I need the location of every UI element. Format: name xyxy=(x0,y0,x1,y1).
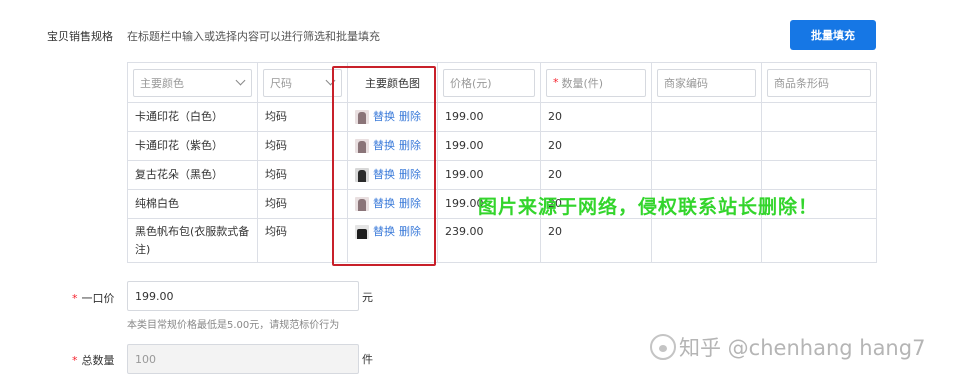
size-header-label: 尺码 xyxy=(270,76,292,90)
replace-link[interactable]: 替换 xyxy=(373,161,395,189)
price-cell[interactable]: 199.00 xyxy=(437,160,541,190)
merchant-code-cell[interactable] xyxy=(651,131,762,161)
price-cell[interactable]: 239.00 xyxy=(437,218,541,263)
quantity-cell[interactable]: 20 xyxy=(540,218,652,263)
quantity-cell[interactable]: 20 xyxy=(540,160,652,190)
color-cell: 卡通印花（紫色） xyxy=(127,131,258,161)
quantity-header-label: 数量(件) xyxy=(561,76,604,90)
bulk-fill-button[interactable]: 批量填充 xyxy=(790,20,876,50)
price-cell[interactable]: 199.00 xyxy=(437,131,541,161)
merchant-code-filter-input[interactable]: 商家编码 xyxy=(657,68,756,97)
price-cell[interactable]: 199.00 xyxy=(437,102,541,132)
barcode-cell[interactable] xyxy=(761,102,877,132)
merchant-code-cell[interactable] xyxy=(651,102,762,132)
replace-link[interactable]: 替换 xyxy=(373,190,395,218)
color-cell: 纯棉白色 xyxy=(127,189,258,219)
merchant-code-cell[interactable] xyxy=(651,160,762,190)
credit-watermark: 知乎 @chenhang hang7 xyxy=(650,332,925,362)
size-cell: 均码 xyxy=(257,160,348,190)
delete-link[interactable]: 删除 xyxy=(399,190,421,218)
price-hint: 本类目常规价格最低是5.00元，请规范标价行为 xyxy=(127,320,340,331)
sku-table: 主要颜色 尺码 主要颜色图 价格(元) * 数量(件) 商家编码 商品条形码 卡… xyxy=(127,62,877,263)
table-row: 卡通印花（紫色） 均码 替换 删除 199.00 20 xyxy=(127,131,877,161)
price-input[interactable]: 199.00 xyxy=(127,281,359,311)
price-filter-input[interactable]: 价格(元) xyxy=(443,68,535,97)
quantity-cell[interactable]: 20 xyxy=(540,131,652,161)
replace-link[interactable]: 替换 xyxy=(373,132,395,160)
credit-text: 知乎 @chenhang hang7 xyxy=(679,336,926,360)
required-mark: * xyxy=(72,292,78,305)
total-quantity-unit: 件 xyxy=(362,353,373,366)
watermark-text: 图片来源于网络，侵权联系站长删除！ xyxy=(478,196,819,218)
quantity-cell[interactable]: 20 xyxy=(540,102,652,132)
color-cell: 复古花朵（黑色） xyxy=(127,160,258,190)
color-image-header: 主要颜色图 xyxy=(365,76,420,90)
price-unit: 元 xyxy=(362,291,373,304)
paw-icon xyxy=(650,334,676,360)
delete-link[interactable]: 删除 xyxy=(399,223,421,241)
table-row: 复古花朵（黑色） 均码 替换 删除 199.00 20 xyxy=(127,160,877,190)
required-mark: * xyxy=(72,354,78,367)
color-cell: 黑色帆布包(衣服款式备注) xyxy=(127,218,258,263)
replace-link[interactable]: 替换 xyxy=(373,223,395,241)
price-field-label: * 一口价 xyxy=(72,292,115,305)
table-row: 卡通印花（白色） 均码 替换 删除 199.00 20 xyxy=(127,102,877,132)
product-thumbnail[interactable] xyxy=(355,168,369,182)
color-cell: 卡通印花（白色） xyxy=(127,102,258,132)
total-quantity-label: * 总数量 xyxy=(72,354,115,367)
barcode-cell[interactable] xyxy=(761,160,877,190)
product-thumbnail[interactable] xyxy=(355,225,369,239)
size-cell: 均码 xyxy=(257,189,348,219)
product-thumbnail[interactable] xyxy=(355,110,369,124)
merchant-code-cell[interactable] xyxy=(651,218,762,263)
color-filter-select[interactable]: 主要颜色 xyxy=(133,68,252,97)
product-thumbnail[interactable] xyxy=(355,197,369,211)
size-filter-select[interactable]: 尺码 xyxy=(263,68,342,97)
delete-link[interactable]: 删除 xyxy=(399,161,421,189)
table-row: 黑色帆布包(衣服款式备注) 均码 替换 删除 239.00 20 xyxy=(127,218,877,263)
chevron-down-icon xyxy=(235,75,246,85)
size-cell: 均码 xyxy=(257,102,348,132)
barcode-cell[interactable] xyxy=(761,131,877,161)
size-cell: 均码 xyxy=(257,131,348,161)
barcode-header-label: 商品条形码 xyxy=(774,76,829,90)
total-quantity-input[interactable]: 100 xyxy=(127,344,359,374)
chevron-down-icon xyxy=(325,75,336,85)
section-label: 宝贝销售规格 xyxy=(47,30,113,43)
price-header-label: 价格(元) xyxy=(450,76,492,90)
product-thumbnail[interactable] xyxy=(355,139,369,153)
table-header-row: 主要颜色 尺码 主要颜色图 价格(元) * 数量(件) 商家编码 商品条形码 xyxy=(127,62,877,103)
barcode-filter-input[interactable]: 商品条形码 xyxy=(767,68,871,97)
color-header-label: 主要颜色 xyxy=(140,76,184,90)
size-cell: 均码 xyxy=(257,218,348,263)
replace-link[interactable]: 替换 xyxy=(373,103,395,131)
delete-link[interactable]: 删除 xyxy=(399,132,421,160)
merchant-code-header-label: 商家编码 xyxy=(664,76,708,90)
delete-link[interactable]: 删除 xyxy=(399,103,421,131)
quantity-filter-input[interactable]: * 数量(件) xyxy=(546,68,646,97)
barcode-cell[interactable] xyxy=(761,218,877,263)
required-mark: * xyxy=(553,76,559,89)
section-tip: 在标题栏中输入或选择内容可以进行筛选和批量填充 xyxy=(127,30,380,43)
